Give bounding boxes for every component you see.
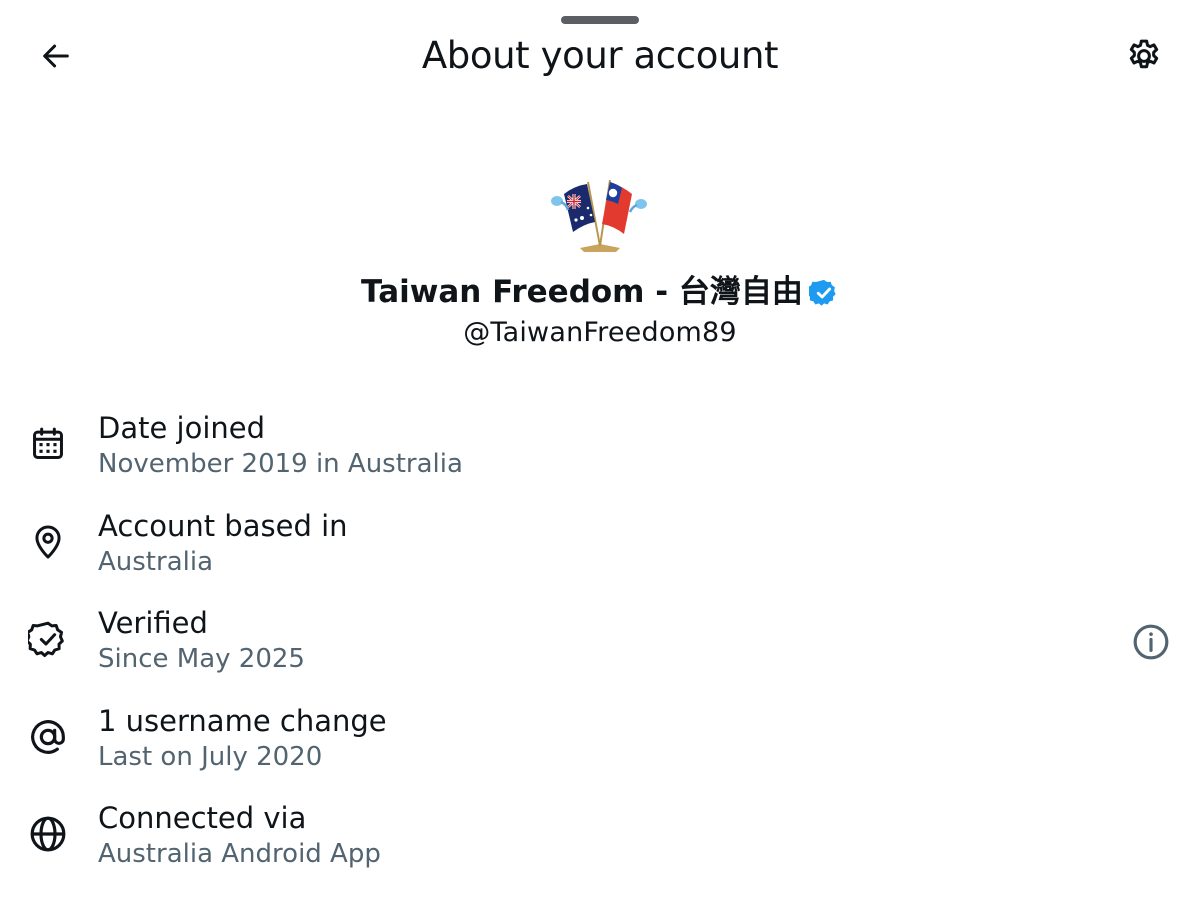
location-pin-icon xyxy=(28,522,68,562)
detail-row-username-change: 1 username change Last on July 2020 xyxy=(0,701,1200,799)
flags-icon xyxy=(551,179,647,252)
detail-subtitle: Australia xyxy=(98,546,214,577)
detail-title: 1 username change xyxy=(98,703,387,738)
verified-check-icon xyxy=(28,619,68,659)
detail-title: Connected via xyxy=(98,801,307,835)
detail-text: Connected via Australia Android App xyxy=(98,798,381,870)
gear-icon xyxy=(1129,39,1159,69)
detail-row-connected-via: Connected via Australia Android App xyxy=(0,798,1200,896)
page-title: About your account xyxy=(421,34,779,77)
detail-row-verified: Verified Since May 2025 xyxy=(0,603,1200,701)
detail-subtitle: November 2019 in Australia xyxy=(98,449,463,479)
detail-row-date-joined: Date joined November 2019 in Australia xyxy=(0,408,1200,506)
verified-badge-icon xyxy=(808,279,836,306)
detail-row-account-based-in: Account based in Australia xyxy=(0,506,1200,604)
profile-summary: Taiwan Freedom - 台灣自由 @TaiwanFreedom89 xyxy=(0,160,1200,352)
detail-text: 1 username change Last on July 2020 xyxy=(98,701,387,773)
detail-title: Account based in xyxy=(98,508,348,543)
detail-title: Verified xyxy=(98,606,208,640)
detail-subtitle: Since May 2025 xyxy=(98,644,305,674)
sheet-drag-handle[interactable] xyxy=(561,16,639,24)
display-name: Taiwan Freedom - 台灣自由 xyxy=(361,274,803,310)
detail-text: Verified Since May 2025 xyxy=(98,603,305,675)
account-details-list: Date joined November 2019 in Australia A… xyxy=(0,408,1200,896)
detail-text: Date joined November 2019 in Australia xyxy=(98,408,463,480)
at-sign-icon xyxy=(28,717,68,757)
detail-text: Account based in Australia xyxy=(98,506,348,578)
globe-icon xyxy=(28,814,68,854)
info-icon xyxy=(1133,624,1169,660)
account-info-sheet: About your account Taiwan Freedom - 台灣自由… xyxy=(0,0,1200,924)
detail-subtitle: Australia Android App xyxy=(98,839,381,869)
detail-title: Date joined xyxy=(98,411,266,445)
calendar-icon xyxy=(28,424,68,464)
verified-info-button[interactable] xyxy=(1130,621,1172,663)
display-name-row: Taiwan Freedom - 台灣自由 xyxy=(0,270,1200,314)
settings-button[interactable] xyxy=(1122,34,1166,78)
account-handle: @TaiwanFreedom89 xyxy=(463,317,737,348)
detail-subtitle: Last on July 2020 xyxy=(98,741,323,772)
